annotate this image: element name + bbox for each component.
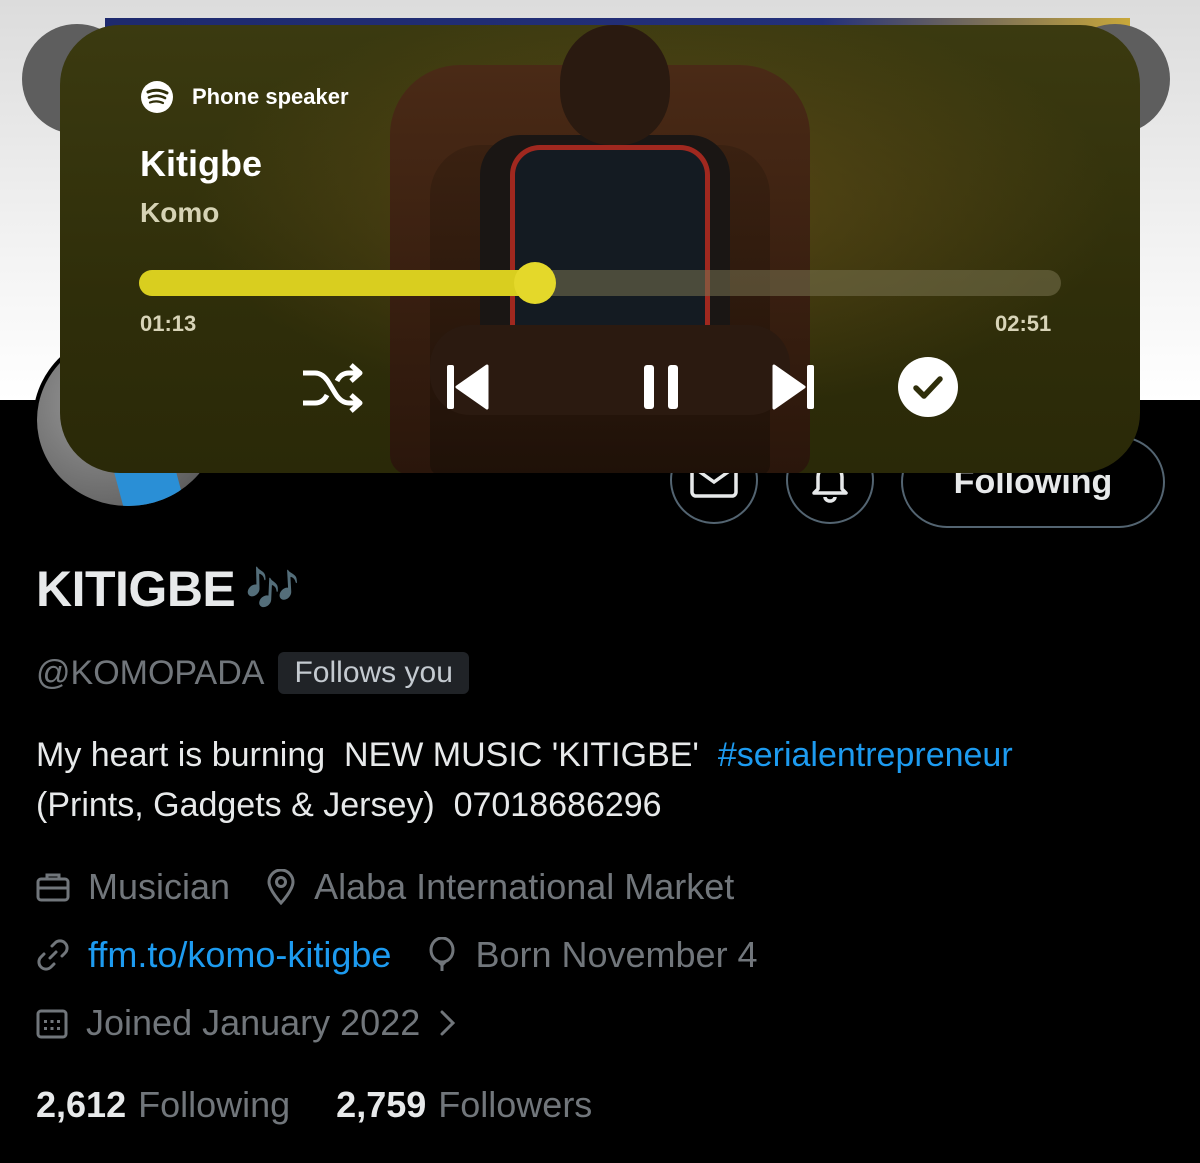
website-link[interactable]: ffm.to/komo-kitigbe bbox=[88, 934, 391, 976]
calendar-icon bbox=[36, 1009, 68, 1039]
media-player-card: Phone speaker Kitigbe Komo 01:13 02:51 bbox=[60, 25, 1140, 473]
joined-item[interactable]: Joined January 2022 bbox=[36, 1002, 458, 1044]
pause-icon bbox=[644, 365, 678, 409]
saved-button[interactable] bbox=[895, 355, 961, 419]
bio-hashtag-link[interactable]: #serialentrepreneur bbox=[718, 736, 1013, 774]
shuffle-icon bbox=[303, 363, 363, 413]
chevron-right-icon[interactable] bbox=[438, 1008, 458, 1038]
location-text: Alaba International Market bbox=[314, 866, 735, 907]
profile-name-row: KITIGBE 🎶 bbox=[36, 560, 300, 618]
birthday-text: Born November 4 bbox=[475, 934, 758, 975]
follows-you-badge: Follows you bbox=[278, 652, 469, 694]
username-handle: @KOMOPADA bbox=[36, 653, 265, 692]
display-name: KITIGBE bbox=[36, 561, 236, 617]
seek-bar[interactable] bbox=[139, 262, 1061, 304]
link-icon bbox=[37, 939, 69, 971]
briefcase-icon bbox=[36, 873, 70, 902]
bio-text: My heart is burning NEW MUSIC 'KITIGBE' bbox=[36, 736, 718, 774]
output-device[interactable]: Phone speaker bbox=[140, 80, 349, 114]
track-artist: Komo bbox=[140, 197, 220, 228]
check-circle-icon bbox=[898, 357, 958, 417]
followers-count[interactable]: 2,759 bbox=[336, 1084, 426, 1126]
previous-icon bbox=[447, 364, 489, 410]
location-item: Alaba International Market bbox=[266, 866, 734, 908]
seek-bar-fill bbox=[139, 270, 536, 296]
music-notes-emoji: 🎶 bbox=[245, 565, 301, 614]
output-device-label: Phone speaker bbox=[192, 84, 349, 109]
bio-line-2: (Prints, Gadgets & Jersey) 07018686296 bbox=[36, 786, 662, 824]
elapsed-time: 01:13 bbox=[140, 311, 197, 336]
profile-meta-row-2: ffm.to/komo-kitigbe Born November 4 bbox=[36, 934, 794, 976]
profile-meta-row-3: Joined January 2022 bbox=[36, 1002, 494, 1044]
followers-label[interactable]: Followers bbox=[438, 1084, 592, 1126]
location-pin-icon bbox=[267, 869, 295, 905]
shuffle-button[interactable] bbox=[297, 355, 367, 419]
next-icon bbox=[772, 364, 814, 410]
profession-text: Musician bbox=[88, 866, 231, 907]
following-label[interactable]: Following bbox=[138, 1084, 290, 1126]
birthday-item: Born November 4 bbox=[427, 934, 758, 976]
profile-bio: My heart is burning NEW MUSIC 'KITIGBE' … bbox=[36, 730, 1176, 830]
handle-row: @KOMOPADA Follows you bbox=[36, 652, 469, 694]
previous-button[interactable] bbox=[442, 355, 492, 419]
pause-button[interactable] bbox=[639, 355, 683, 419]
playback-controls bbox=[297, 355, 958, 419]
joined-text: Joined January 2022 bbox=[86, 1002, 421, 1043]
profession-item: Musician bbox=[36, 866, 230, 908]
bio-line-1: My heart is burning NEW MUSIC 'KITIGBE' … bbox=[36, 730, 1176, 780]
balloon-icon bbox=[429, 937, 455, 971]
next-button[interactable] bbox=[771, 355, 817, 419]
track-title: Kitigbe bbox=[140, 143, 262, 184]
profile-meta-row-1: Musician Alaba International Market bbox=[36, 866, 770, 908]
following-count[interactable]: 2,612 bbox=[36, 1084, 126, 1126]
spotify-icon bbox=[141, 81, 173, 113]
follow-stats: 2,612 Following 2,759 Followers bbox=[36, 1084, 638, 1126]
total-duration: 02:51 bbox=[995, 311, 1052, 336]
website-item[interactable]: ffm.to/komo-kitigbe bbox=[36, 934, 391, 976]
